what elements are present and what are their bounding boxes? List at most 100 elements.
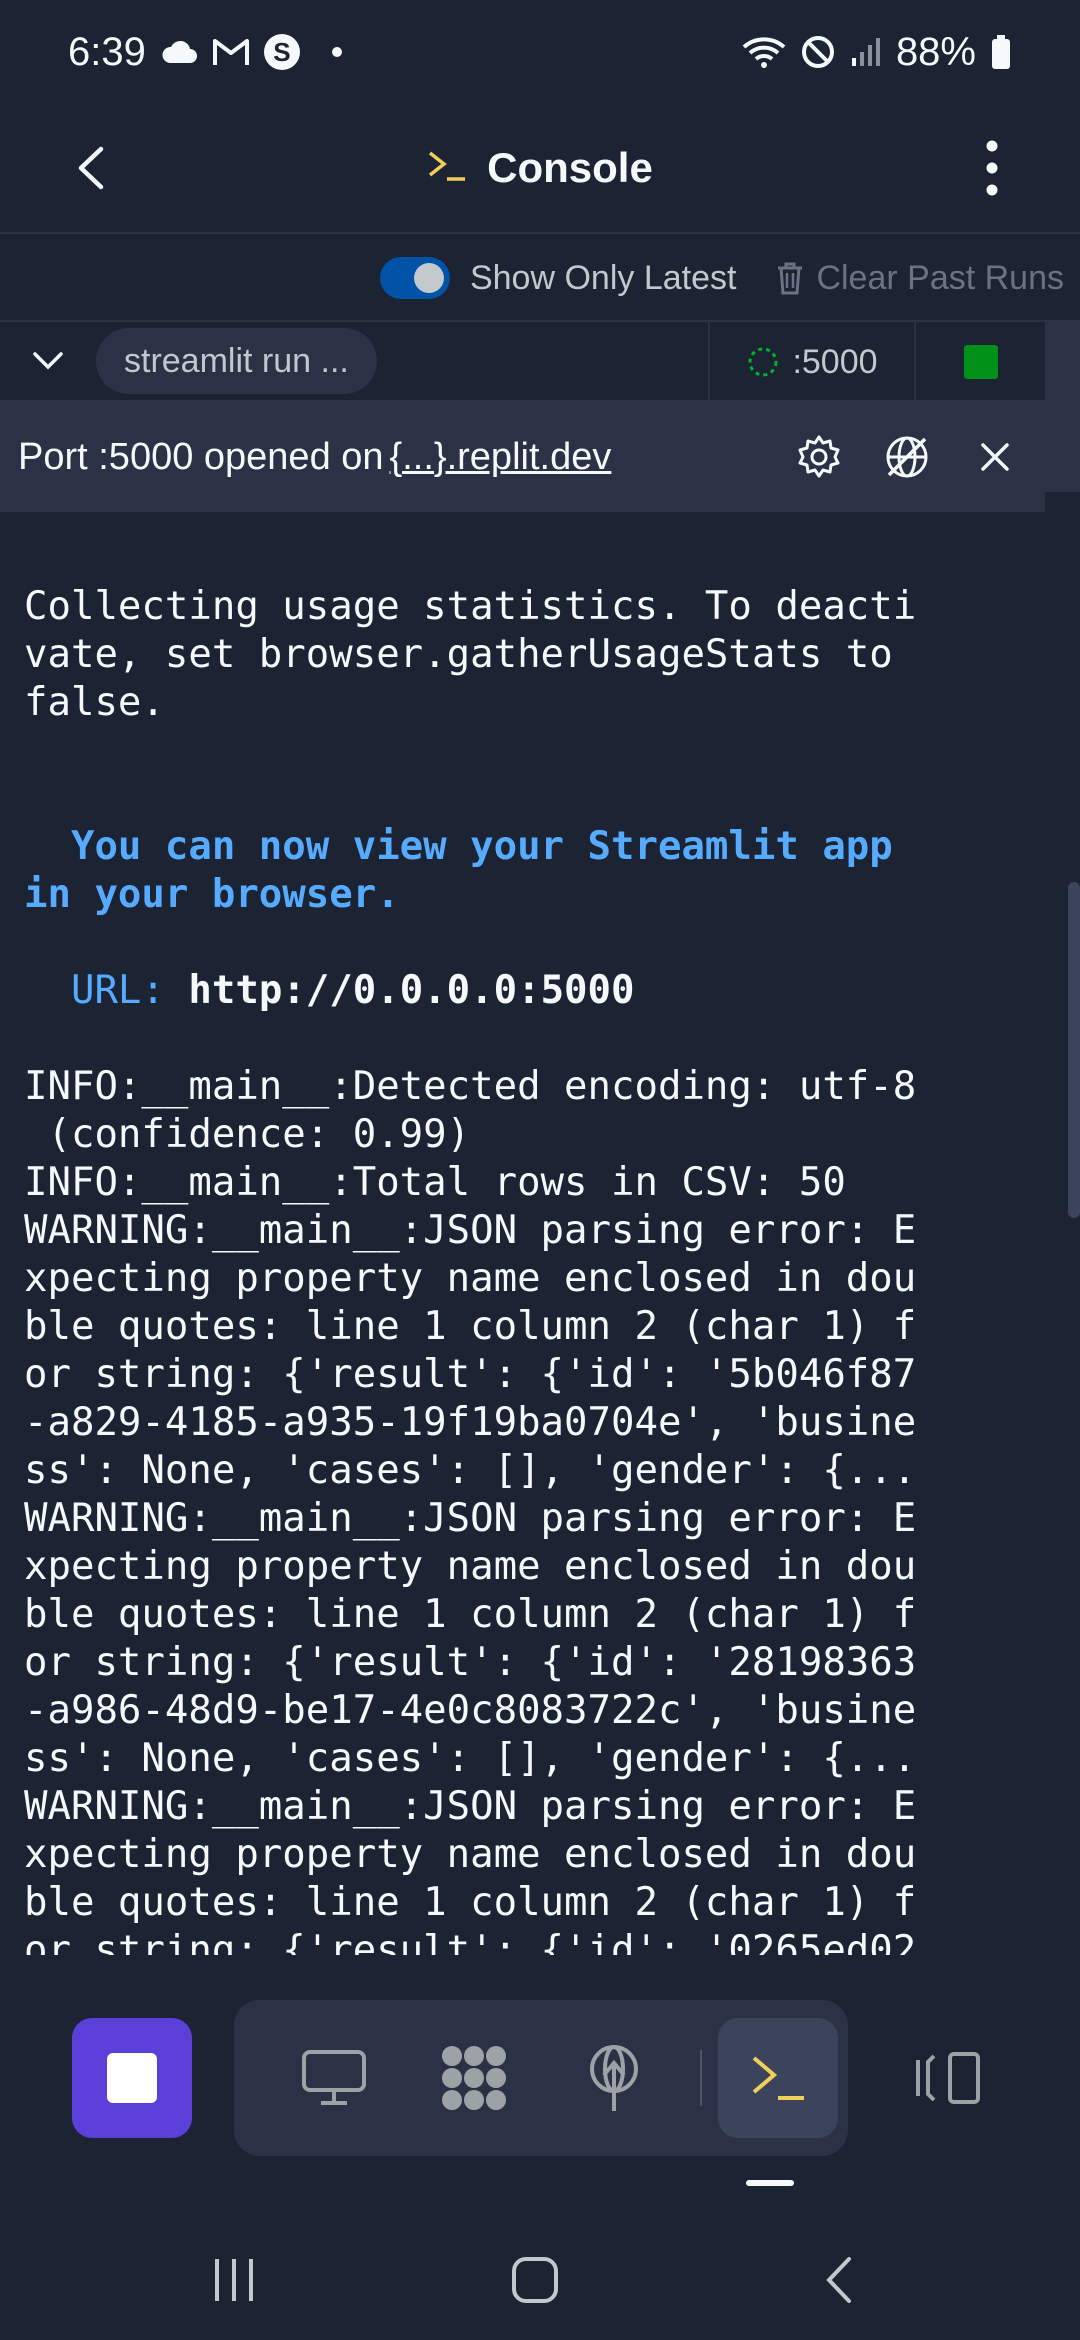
cloud-icon [160,39,198,65]
back-arrow-icon [78,146,104,190]
banner-url-link[interactable]: {...}.replit.dev [390,436,612,479]
console-output[interactable]: Collecting usage statistics. To deacti va… [24,583,1024,1955]
gear-icon [798,435,840,478]
deploy-icon [590,2045,638,2111]
home-icon [512,2257,558,2303]
console-line: ble quotes: line 1 column 2 (char 1) f [24,1304,917,1349]
system-back-icon [826,2257,851,2303]
console-line: or string: {'result': {'id': '5b046f87 [24,1352,917,1397]
run-bar: streamlit run ... :5000 [0,322,1045,402]
console-line: INFO:__main__:Detected encoding: utf-8 [24,1064,917,1109]
console-line: xpecting property name enclosed in dou [24,1256,917,1301]
console-line: ble quotes: line 1 column 2 (char 1) f [24,1880,917,1925]
console-line: in your browser. [24,872,400,917]
status-bar: 6:39 S 88% [0,0,1080,104]
console-line: xpecting property name enclosed in dou [24,1832,917,1877]
stop-button[interactable] [72,2018,192,2138]
console-line: or string: {'result': {'id': '28198363 [24,1640,917,1685]
tab-indicator [746,2180,794,2186]
console-line: INFO:__main__:Total rows in CSV: 50 [24,1160,846,1205]
tools-separator [700,2050,702,2106]
scrollbar-thumb[interactable] [1068,882,1080,1218]
console-line: (confidence: 0.99) [24,1112,471,1157]
status-time: 6:39 [68,29,146,74]
recent-apps-icon [215,2259,253,2301]
console-line: WARNING:__main__:JSON parsing error: E [24,1496,917,1541]
console-toolbar: Show Only Latest Clear Past Runs [0,236,1080,322]
layout-toggle-button[interactable] [898,2038,998,2118]
console-line: You can now view your Streamlit app [24,824,893,869]
home-button[interactable] [485,2240,585,2320]
console-line: vate, set browser.gatherUsageStats to [24,632,893,677]
console-line: ss': None, 'cases': [], 'gender': {... [24,1736,917,1781]
webview-icon [302,2050,366,2105]
console-line: -a829-4185-a935-19f19ba0704e', 'busine [24,1400,917,1445]
system-navigation-bar [0,2220,1080,2340]
loading-spinner-icon [748,347,778,377]
console-line: ss': None, 'cases': [], 'gender': {... [24,1448,917,1493]
s-app-icon: S [263,34,300,70]
console-line: WARNING:__main__:JSON parsing error: E [24,1784,917,1829]
running-status-icon [963,345,998,379]
clear-past-runs-button[interactable]: Clear Past Runs [776,259,1064,298]
deploy-tool-button[interactable] [544,2018,684,2138]
close-icon [981,443,1009,471]
port-label: :5000 [792,342,878,381]
port-indicator[interactable]: :5000 [708,322,916,402]
console-line: WARNING:__main__:JSON parsing error: E [24,1208,917,1253]
page-title: Console [487,144,653,191]
back-button[interactable] [60,138,120,198]
notification-dot-icon [331,47,342,57]
trash-icon [778,262,803,295]
close-banner-button[interactable] [965,427,1025,487]
do-not-disturb-icon [800,34,836,70]
more-menu-button[interactable] [952,128,1032,208]
workflows-icon [442,2046,506,2110]
banner-text: Port :5000 opened on [18,435,384,478]
workflows-tool-button[interactable] [404,2018,544,2138]
console-tool-button[interactable] [718,2018,838,2138]
system-back-button[interactable] [788,2240,888,2320]
run-command-pill[interactable]: streamlit run ... [96,328,377,394]
console-line: Collecting usage statistics. To deacti [24,584,917,629]
wifi-icon [742,35,786,69]
scrollbar-top-segment [1045,322,1080,492]
gmail-icon [212,37,250,67]
console-line: ble quotes: line 1 column 2 (char 1) f [24,1592,917,1637]
terminal-icon [427,149,467,188]
collapse-run-button[interactable] [0,321,96,401]
battery-percent: 88% [895,29,976,74]
console-line: false. [24,680,165,725]
console-line: xpecting property name enclosed in dou [24,1544,917,1589]
battery-icon [990,34,1012,70]
port-settings-button[interactable] [789,427,849,487]
recent-apps-button[interactable] [184,2240,284,2320]
more-vertical-icon [986,140,998,196]
run-command-label: streamlit run ... [124,341,349,380]
console-line: -a986-48d9-be17-4e0c8083722c', 'busine [24,1688,917,1733]
globe-off-icon [886,436,928,478]
stop-icon [107,2053,157,2103]
show-only-latest-toggle[interactable] [379,257,450,299]
url-label: URL: [24,968,189,1013]
terminal-icon [752,2056,804,2100]
tools-pill [234,2000,848,2156]
webview-tool-button[interactable] [264,2018,404,2138]
port-opened-banner: Port :5000 opened on {...}.replit.dev [0,402,1045,512]
show-only-latest-label: Show Only Latest [469,258,737,297]
url-value[interactable]: http://0.0.0.0:5000 [188,968,634,1013]
console-line: URL: http://0.0.0.0:5000 [24,967,1024,1015]
bottom-tool-dock [0,2000,1080,2160]
signal-icon [850,36,882,68]
toggle-public-button[interactable] [877,427,937,487]
chevron-down-icon [33,352,63,370]
console-header: Console [0,104,1080,234]
clear-past-runs-label: Clear Past Runs [816,258,1064,297]
run-status-button[interactable] [916,322,1045,402]
panels-layout-icon [916,2052,980,2104]
console-line: or string: {'result': {'id': '0265ed02 [24,1928,917,1955]
